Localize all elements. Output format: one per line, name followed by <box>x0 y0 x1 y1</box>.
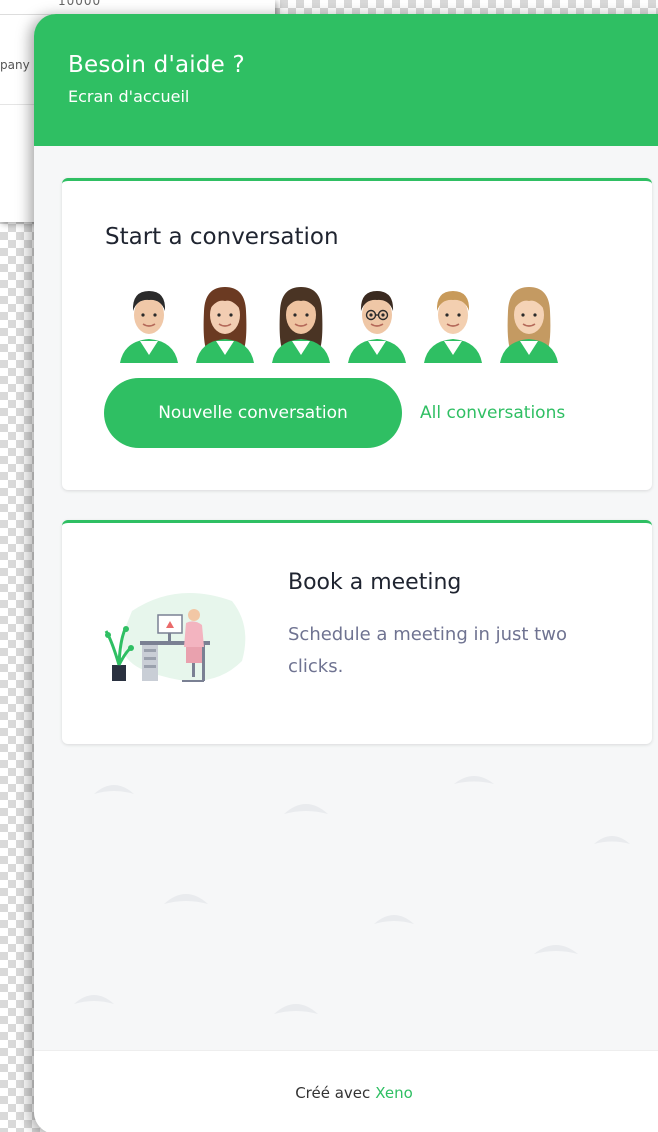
background-text-fragment: pany <box>0 58 30 72</box>
header-title: Besoin d'aide ? <box>68 52 245 78</box>
agent-avatar-5 <box>424 291 482 363</box>
book-meeting-title: Book a meeting <box>288 570 462 595</box>
background-pattern <box>74 776 630 1014</box>
all-conversations-link[interactable]: All conversations <box>420 403 565 423</box>
agent-avatar-6 <box>500 287 558 363</box>
chat-widget: Besoin d'aide ? Ecran d'accueil Start a … <box>34 14 658 1132</box>
book-meeting-card[interactable]: Book a meeting Schedule a meeting in jus… <box>62 520 652 744</box>
widget-header: Besoin d'aide ? Ecran d'accueil <box>34 14 658 146</box>
widget-footer: Créé avec Xeno <box>34 1050 658 1132</box>
agent-avatar-2 <box>196 287 254 363</box>
agent-avatar-1 <box>120 291 178 363</box>
footer-brand-link[interactable]: Xeno <box>375 1084 413 1102</box>
header-subtitle: Ecran d'accueil <box>68 87 190 106</box>
meeting-illustration <box>104 593 246 682</box>
background-top-text: 10000 <box>58 0 102 8</box>
agent-avatar-3 <box>272 287 330 363</box>
book-meeting-description: Schedule a meeting in just two clicks. <box>288 624 567 677</box>
conversation-card: Start a conversation Nouvelle conversati… <box>62 178 652 490</box>
footer-prefix: Créé avec <box>295 1083 371 1102</box>
agent-avatar-4 <box>348 291 406 363</box>
agent-avatars <box>114 281 564 363</box>
new-conversation-button[interactable]: Nouvelle conversation <box>104 378 402 448</box>
conversation-card-title: Start a conversation <box>105 224 339 250</box>
